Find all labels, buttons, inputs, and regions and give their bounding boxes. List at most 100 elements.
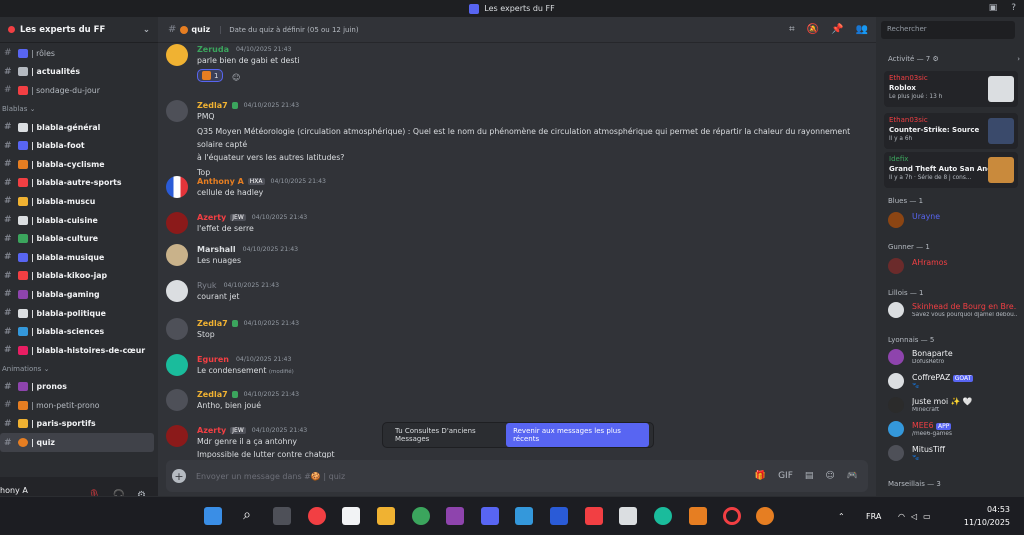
member-item[interactable]: Juste moi ✨ 🤍 Minecraft (888, 395, 1020, 415)
tray-chevron-icon[interactable]: ⌃ (838, 497, 845, 535)
message-text: Impossible de lutter contre chatgpt (197, 450, 335, 458)
language-indicator[interactable]: FRA (866, 497, 881, 535)
avatar[interactable] (166, 212, 188, 234)
app-icon[interactable] (689, 507, 707, 525)
message-author[interactable]: Zedla7 (197, 390, 228, 399)
reaction[interactable]: 1 (197, 69, 224, 82)
message-author[interactable]: Marshall (197, 245, 236, 254)
member-item[interactable]: MEE6 APP /mee6-games (888, 419, 1020, 439)
channel-blabla-muscu[interactable]: # | blabla-muscu (0, 192, 158, 211)
member-item[interactable]: Urayne (888, 210, 1020, 230)
search-icon[interactable]: ⌕ (238, 507, 256, 525)
add-attachment-icon[interactable]: + (172, 469, 186, 483)
member-item[interactable]: MitusTiff 🐾 (888, 443, 1020, 463)
opera-icon[interactable] (723, 507, 741, 525)
gif-icon[interactable]: GIF (778, 471, 793, 481)
activity-card[interactable]: Ethan03sic Roblox Le plus joué : 13 h (884, 71, 1018, 107)
message-author[interactable]: Zeruda (197, 45, 229, 54)
teams-icon[interactable] (481, 507, 499, 525)
inbox-icon[interactable]: ▣ (989, 3, 998, 13)
activity-card[interactable]: Idefix Grand Theft Auto San And... Il y … (884, 152, 1018, 188)
gear-icon[interactable]: ⚙ (932, 55, 938, 63)
message-author[interactable]: Anthony A (197, 177, 244, 186)
channel-blabla-histoires-de-coeur[interactable]: # | blabla-histoires-de-cœur (0, 341, 158, 360)
chrome-icon[interactable] (412, 507, 430, 525)
channel-blabla-autre-sports[interactable]: # | blabla-autre-sports (0, 174, 158, 193)
channel-actualites[interactable]: # | actualités (0, 63, 158, 82)
message-composer[interactable]: + Envoyer un message dans #🍪 | quiz 🎁 GI… (166, 460, 868, 492)
message-author[interactable]: Eguren (197, 355, 229, 364)
jump-to-present-button[interactable]: Revenir aux messages les plus récents (506, 423, 649, 447)
message-author[interactable]: Azerty (197, 213, 226, 222)
channel-blabla-general[interactable]: # | blabla-général (0, 118, 158, 137)
avatar[interactable] (166, 44, 188, 66)
outlook-icon[interactable] (550, 507, 568, 525)
windows-start-icon[interactable] (204, 507, 222, 525)
threads-icon[interactable]: ⌗ (789, 24, 795, 35)
member-item[interactable]: Bonaparte DofusRetro (888, 347, 1020, 367)
channel-blabla-cuisine[interactable]: # | blabla-cuisine (0, 211, 158, 230)
server-header[interactable]: Les experts du FF ⌄ (0, 17, 158, 43)
notepad-icon[interactable] (342, 507, 360, 525)
member-item[interactable]: CoffrePAZ GOAT 🐾 (888, 371, 1020, 391)
activity-card[interactable]: Ethan03sic Counter-Strike: Source Il y a… (884, 113, 1018, 149)
avatar[interactable] (166, 100, 188, 122)
folder-icon[interactable] (377, 507, 395, 525)
store-icon[interactable] (619, 507, 637, 525)
channel-pronos[interactable]: # | pronos (0, 378, 158, 397)
m365-icon[interactable] (446, 507, 464, 525)
avatar[interactable] (166, 425, 188, 447)
add-reaction-icon[interactable]: ☺ (232, 73, 240, 82)
app-icon[interactable] (515, 507, 533, 525)
avatar[interactable] (166, 244, 188, 266)
gift-icon[interactable]: 🎁 (755, 471, 766, 481)
message-author[interactable]: Zedla7 (197, 319, 228, 328)
category-animations[interactable]: Animations ⌄ (0, 360, 158, 378)
clock[interactable]: 04:53 11/10/2025 (964, 503, 1010, 529)
members-icon[interactable]: 👥 (856, 24, 868, 35)
avatar[interactable] (166, 318, 188, 340)
channel-blabla-musique[interactable]: # | blabla-musique (0, 248, 158, 267)
channel-blabla-politique[interactable]: # | blabla-politique (0, 304, 158, 323)
message-author[interactable]: Zedla7 (197, 101, 228, 110)
reaction-count: 1 (214, 71, 219, 80)
chevron-right-icon[interactable]: › (1017, 55, 1020, 63)
channel-emoji-icon (18, 382, 28, 392)
system-tray[interactable]: ◠ ◁ ▭ (898, 497, 931, 535)
tlc-icon[interactable] (585, 507, 603, 525)
task-view-icon[interactable] (273, 507, 291, 525)
category-blablas[interactable]: Blablas ⌄ (0, 100, 158, 118)
avatar[interactable] (166, 354, 188, 376)
member-item[interactable]: Skinhead de Bourg en Bre... Savez vous p… (888, 300, 1020, 320)
channel-blabla-gaming[interactable]: # | blabla-gaming (0, 285, 158, 304)
member-item[interactable]: AHramos (888, 256, 1020, 276)
message-input[interactable]: Envoyer un message dans #🍪 | quiz (196, 472, 345, 481)
record-icon[interactable] (308, 507, 326, 525)
channel-blabla-culture[interactable]: # | blabla-culture (0, 229, 158, 248)
edge-icon[interactable] (654, 507, 672, 525)
message: Zedla7 04/10/2025 21:43 Stop (166, 318, 866, 341)
channel-blabla-cyclisme[interactable]: # | blabla-cyclisme (0, 155, 158, 174)
channel-sondage-du-jour[interactable]: # | sondage-du-jour (0, 81, 158, 100)
emoji-icon[interactable]: ☺ (825, 471, 834, 481)
avatar[interactable] (166, 280, 188, 302)
channel-blabla-kikoo-jap[interactable]: # | blabla-kikoo-jap (0, 267, 158, 286)
avatar[interactable] (166, 176, 188, 198)
channel-quiz[interactable]: #| quiz👤 (0, 433, 898, 452)
message-author[interactable]: Azerty (197, 426, 226, 435)
message-author[interactable]: Ryuk (197, 281, 217, 290)
channel-roles[interactable]: # | rôles (0, 44, 158, 63)
channel-blabla-foot[interactable]: # | blabla-foot (0, 136, 158, 155)
channel-mon-petit-prono[interactable]: # | mon-petit-prono (0, 396, 158, 415)
avatar[interactable] (166, 389, 188, 411)
channel-paris-sportifs[interactable]: # | paris-sportifs (0, 415, 158, 434)
channel-topic[interactable]: Date du quiz à définir (05 ou 12 juin) (220, 25, 359, 34)
firefox-icon[interactable] (756, 507, 774, 525)
pin-icon[interactable]: 📌 (831, 24, 843, 35)
bell-muted-icon[interactable]: 🔕 (807, 24, 819, 35)
help-icon[interactable]: ? (1011, 3, 1016, 13)
channel-blabla-sciences[interactable]: # | blabla-sciences (0, 322, 158, 341)
search-input[interactable]: Rechercher (881, 21, 1015, 39)
apps-icon[interactable]: 🎮 (847, 471, 858, 481)
sticker-icon[interactable]: ▤ (805, 471, 814, 481)
